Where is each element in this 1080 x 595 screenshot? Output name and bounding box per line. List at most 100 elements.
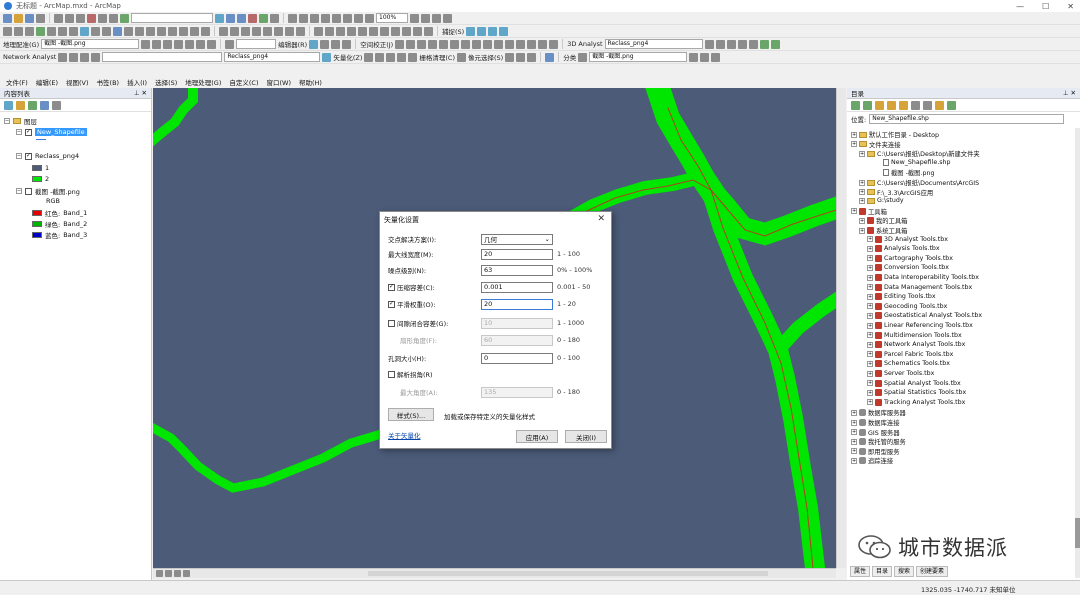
expand-icon[interactable]: + — [859, 150, 865, 157]
layout-zoom-combo[interactable]: 100% — [376, 13, 408, 23]
pan-icon[interactable] — [25, 26, 34, 36]
construct-icon[interactable] — [424, 26, 433, 36]
zoom-whole-page-icon[interactable] — [321, 13, 330, 23]
editor-menu[interactable]: 编辑器(R) — [278, 39, 307, 49]
layer-visibility-checkbox[interactable] — [25, 187, 32, 195]
back-icon[interactable] — [851, 100, 860, 110]
classify-layer-combo[interactable]: 截图 -截图.png — [589, 52, 688, 62]
line-of-sight-icon[interactable] — [726, 39, 736, 49]
cell-select-menu[interactable]: 像元选择(S) — [468, 52, 503, 62]
edit-curve-icon[interactable] — [331, 39, 341, 49]
3d-layer-combo[interactable]: Reclass_png4 — [604, 39, 703, 49]
layer-name[interactable]: New_Shapefile — [35, 128, 87, 136]
go-forward-icon[interactable] — [69, 26, 78, 36]
preview-icon[interactable] — [483, 39, 493, 49]
cut-icon[interactable] — [54, 13, 63, 23]
profile-icon[interactable] — [748, 39, 758, 49]
na-icon[interactable] — [91, 52, 101, 62]
vectorize-menu[interactable]: 矢量化(Z) — [333, 52, 362, 62]
cell-icon3[interactable] — [527, 52, 537, 62]
new-item-icon[interactable] — [935, 100, 944, 110]
toc-options-icon[interactable] — [52, 100, 61, 110]
window-close-button[interactable]: ✕ — [1067, 2, 1074, 11]
expand-icon[interactable]: + — [867, 293, 873, 300]
menu-help[interactable]: 帮助(H) — [299, 77, 322, 87]
data-view-icon[interactable] — [165, 570, 172, 577]
compress-input[interactable]: 0.001 — [481, 281, 553, 293]
python-icon[interactable] — [270, 13, 279, 23]
identity-link-icon[interactable] — [439, 39, 449, 49]
print-icon[interactable] — [36, 13, 45, 23]
catalog-tree-item[interactable]: + Geocoding Tools.tbx — [867, 302, 947, 310]
catalog-tree-item[interactable]: + Spatial Analyst Tools.tbx — [867, 379, 961, 387]
catalog-tree-item[interactable]: + Geostatistical Analyst Tools.tbx — [867, 312, 982, 320]
toggle-draft-icon[interactable] — [410, 13, 419, 23]
intersection-select[interactable]: 几何 ⌄ — [481, 233, 553, 245]
expand-icon[interactable]: + — [851, 429, 857, 436]
focus-frame-icon[interactable] — [421, 13, 430, 23]
menu-file[interactable]: 文件(F) — [6, 77, 28, 87]
redo-icon[interactable] — [109, 13, 118, 23]
catalog-pin-close[interactable]: ⊥ ✕ — [1063, 89, 1076, 97]
na-combo[interactable] — [102, 52, 223, 62]
expand-icon[interactable]: + — [867, 360, 873, 367]
arctoolbox-icon[interactable] — [259, 13, 268, 23]
group-icon[interactable] — [296, 26, 305, 36]
identify-icon[interactable] — [113, 26, 122, 36]
classify-menu[interactable]: 分类 — [563, 52, 576, 62]
split-icon[interactable] — [347, 26, 356, 36]
pin-icon[interactable] — [545, 52, 555, 62]
steepest-path-icon[interactable] — [715, 39, 725, 49]
catalog-tree-item[interactable]: + Server Tools.tbx — [867, 370, 934, 377]
layer-visibility-checkbox[interactable]: ✓ — [25, 128, 32, 136]
copy-icon[interactable] — [65, 13, 74, 23]
expand-icon[interactable]: + — [867, 351, 873, 358]
expand-icon[interactable]: + — [867, 245, 873, 252]
vec-icon1[interactable] — [364, 52, 374, 62]
editor-icon[interactable] — [225, 39, 235, 49]
html-popup-icon[interactable] — [179, 26, 188, 36]
home-icon[interactable] — [887, 100, 896, 110]
cut-polygon-icon[interactable] — [402, 26, 411, 36]
na-pointer-icon[interactable] — [69, 52, 79, 62]
maximize-button[interactable]: ☐ — [1042, 2, 1049, 11]
smooth-checkbox[interactable]: ✓ — [388, 300, 395, 308]
style-button[interactable]: 样式(S)... — [388, 408, 434, 421]
expand-icon[interactable]: + — [851, 438, 857, 445]
expand-icon[interactable]: + — [867, 370, 873, 377]
toc-layers-root[interactable]: − 图层 — [4, 116, 37, 126]
shift-icon[interactable] — [152, 39, 162, 49]
vec-icon5[interactable] — [408, 52, 418, 62]
minimize-button[interactable]: — — [1016, 2, 1024, 11]
sketch-props-icon[interactable] — [380, 26, 389, 36]
snap-icon[interactable] — [549, 39, 559, 49]
tab-catalog[interactable]: 目录 — [872, 566, 893, 577]
edge-snap-icon[interactable] — [499, 26, 509, 36]
catalog-tree-item[interactable]: + Parcel Fabric Tools.tbx — [867, 350, 953, 358]
up-folder-icon[interactable] — [875, 100, 884, 110]
forward-icon[interactable] — [863, 100, 872, 110]
select-elements-icon[interactable] — [102, 26, 111, 36]
match-icon[interactable] — [538, 39, 548, 49]
toggle-icon[interactable] — [207, 39, 217, 49]
toc-pin-close[interactable]: ⊥ ✕ — [134, 89, 147, 97]
adjust-icon[interactable] — [516, 39, 526, 49]
change-layout-icon[interactable] — [432, 13, 441, 23]
collapse-icon[interactable]: − — [16, 188, 22, 194]
catalog-tree-item[interactable]: + GIS 服务器 — [851, 428, 900, 437]
find-route-icon[interactable] — [135, 26, 144, 36]
edge-match-icon[interactable] — [505, 39, 515, 49]
new-map-icon[interactable] — [3, 13, 12, 23]
go-back-icon[interactable] — [58, 26, 67, 36]
catalog-tree-item[interactable]: + C:\Users\报纸\Desktop\新建文件夹 — [859, 149, 980, 158]
tab-search[interactable]: 搜索 — [894, 566, 915, 577]
vec-icon2[interactable] — [375, 52, 385, 62]
smooth-input[interactable]: 20 — [481, 298, 553, 310]
link-table2-icon[interactable] — [527, 39, 537, 49]
vectorize-layer-combo[interactable]: Reclass_png4 — [224, 52, 321, 62]
georef-menu[interactable]: 地理配准(G) — [3, 39, 39, 49]
fixed-zoom-out-icon[interactable] — [354, 13, 363, 23]
raster-cleanup-menu[interactable]: 栅格清理(C) — [419, 52, 455, 62]
tab-properties[interactable]: 属性 — [850, 566, 871, 577]
vertex-snap-icon[interactable] — [488, 26, 498, 36]
